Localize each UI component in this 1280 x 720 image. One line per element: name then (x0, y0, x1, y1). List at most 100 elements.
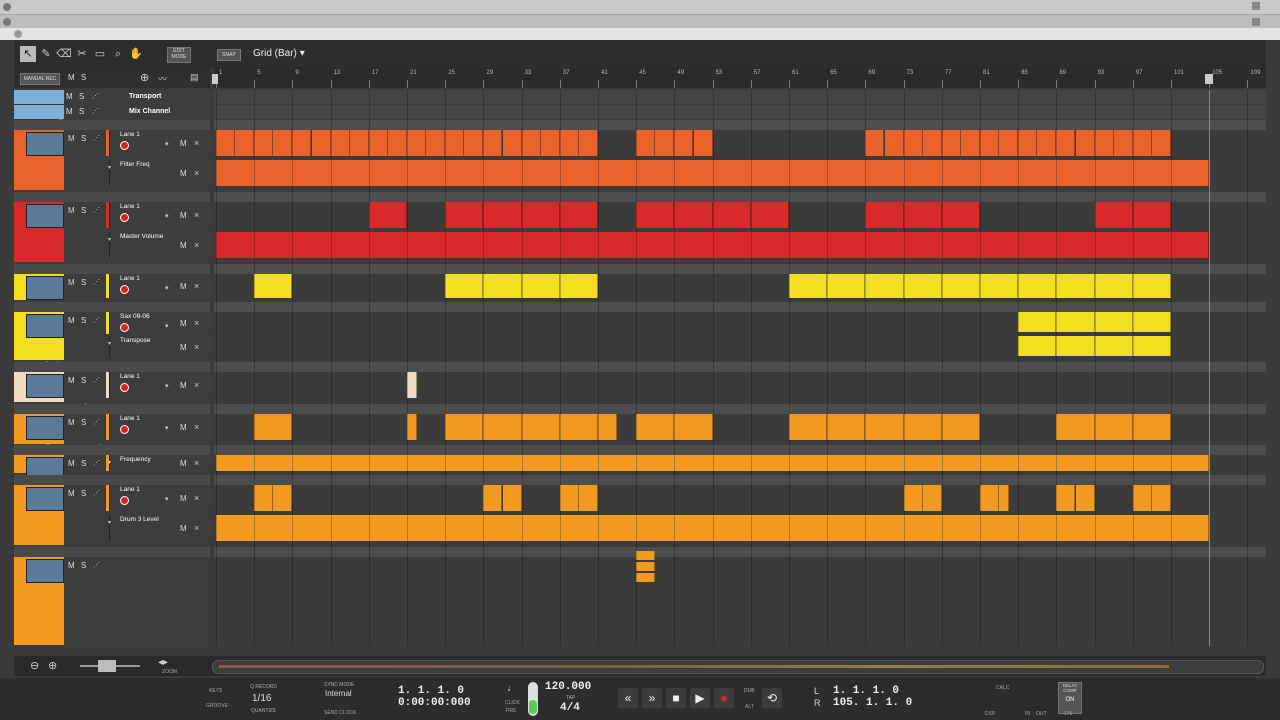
lane-header[interactable]: Lane 1 ▾ M × (109, 485, 211, 511)
boom-clip[interactable] (636, 562, 656, 571)
lane-delete-icon[interactable]: × (194, 493, 199, 503)
lane-header[interactable]: Drum 3 Level ▾ M × (108, 515, 211, 541)
track-mute-button[interactable]: M (66, 92, 73, 101)
automation-icon[interactable]: ⋰ (92, 92, 99, 100)
woo-clip[interactable] (578, 485, 598, 511)
track-solo-button[interactable]: S (81, 278, 86, 287)
track-solo-button[interactable]: S (81, 376, 86, 385)
bassline-clip[interactable] (903, 130, 923, 156)
play-icon[interactable]: ▶ (690, 688, 710, 708)
click-label[interactable]: CLICK (505, 700, 520, 706)
automation-icon[interactable]: ⋰ (93, 206, 100, 214)
lane-record-icon[interactable] (120, 383, 129, 392)
lane-delete-icon[interactable]: × (194, 458, 199, 468)
automation-fold-icon[interactable]: ▾ (108, 164, 111, 171)
woo-clip[interactable] (922, 485, 942, 511)
automation-icon[interactable]: 〰 (158, 72, 167, 85)
bassline-clip[interactable] (464, 130, 484, 156)
90s-clip[interactable] (483, 202, 522, 228)
bassline-clip[interactable] (445, 130, 465, 156)
sax-clip[interactable] (827, 274, 866, 298)
bassline-clip[interactable] (235, 130, 255, 156)
bassline-clip[interactable] (426, 130, 446, 156)
woo-clip[interactable] (980, 485, 1000, 511)
bassline-clip[interactable] (254, 130, 274, 156)
bassline-clip[interactable] (330, 130, 350, 156)
loop-left-position[interactable]: 1. 1. 1. 0 (833, 685, 899, 697)
lane-delete-icon[interactable]: × (194, 281, 199, 291)
document-restore-icon[interactable] (1252, 18, 1260, 26)
lane-delete-icon[interactable]: × (194, 168, 199, 178)
sync-mode-select[interactable]: Internal (325, 689, 352, 698)
tap-label[interactable]: TAP (566, 695, 575, 701)
automation-fold-icon[interactable]: ▾ (108, 519, 111, 526)
sax2-clip[interactable] (1132, 312, 1171, 332)
woo-clip[interactable] (254, 485, 274, 511)
sax-clip[interactable] (980, 274, 1019, 298)
sax-clip[interactable] (521, 274, 560, 298)
hand-tool-icon[interactable]: ✋ (128, 46, 144, 62)
pre-label[interactable]: PRE (506, 708, 516, 714)
q-record-label[interactable]: Q RECORD (250, 684, 277, 690)
track-solo-button[interactable]: S (81, 206, 86, 215)
lane-delete-icon[interactable]: × (194, 138, 199, 148)
woo-clip[interactable] (273, 485, 293, 511)
sax-clip[interactable] (445, 274, 484, 298)
drum-clip[interactable] (407, 414, 417, 440)
loop-start-marker[interactable] (212, 74, 218, 84)
sequencer-close-icon[interactable] (14, 30, 22, 38)
automation-icon[interactable]: ⋰ (93, 134, 100, 142)
keys-label[interactable]: KEYS (209, 688, 222, 694)
lane-mute-button[interactable]: M (180, 241, 187, 250)
lane-delete-icon[interactable]: × (194, 318, 199, 328)
lane-record-icon[interactable] (120, 213, 129, 222)
bassline-clip[interactable] (922, 130, 942, 156)
lane-record-icon[interactable] (120, 425, 129, 434)
timeline-ruler[interactable]: 1 5 9 13 17 21 25 29 33 37 41 45 49 53 57 61 65 69 73 77 81 8… (212, 68, 1266, 88)
click-level-slider[interactable] (528, 682, 538, 716)
woo-clip[interactable] (1151, 485, 1171, 511)
bassline-clip[interactable] (1094, 130, 1114, 156)
lane-mute-button[interactable]: M (180, 282, 187, 291)
drum-clip[interactable] (941, 414, 980, 440)
document-close-icon[interactable] (3, 18, 11, 26)
sax-clip[interactable] (865, 274, 904, 298)
drum-clip[interactable] (598, 414, 618, 440)
chevron-down-icon[interactable]: ▾ (165, 424, 169, 432)
master-solo-button[interactable]: S (81, 73, 86, 82)
boom-clip[interactable] (636, 551, 656, 560)
track-mute-button[interactable]: M (68, 316, 75, 325)
lane-mute-button[interactable]: M (180, 169, 187, 178)
lane-mute-button[interactable]: M (180, 494, 187, 503)
automation-fold-icon[interactable]: ▾ (108, 236, 111, 243)
track-solo-button[interactable]: S (81, 561, 86, 570)
sax-clip[interactable] (941, 274, 980, 298)
drum-clip[interactable] (521, 414, 560, 440)
lane-mute-button[interactable]: M (180, 524, 187, 533)
90s-clip[interactable] (1094, 202, 1133, 228)
track-mute-button[interactable]: M (66, 107, 73, 116)
boom-clip[interactable] (636, 573, 656, 582)
overview-scrollbar[interactable] (212, 660, 1264, 674)
track-header[interactable]: ▾Sax 2MS⋰Sax 09-06▾M×Transpose▾M× (14, 302, 211, 360)
quantize-value[interactable]: 1/16 (252, 693, 271, 704)
loop-icon[interactable]: ⟲ (762, 688, 782, 708)
track-mute-button[interactable]: M (68, 206, 75, 215)
snap-grid-select[interactable]: Grid (Bar) ▾ (253, 48, 305, 59)
track-header[interactable]: M S ⋰ Transport (14, 90, 210, 104)
track-mute-button[interactable]: M (68, 561, 75, 570)
woo-clip[interactable] (483, 485, 503, 511)
lane-header[interactable]: Lane 1 ▾ M × (109, 274, 211, 298)
lane-delete-icon[interactable]: × (194, 523, 199, 533)
track-mute-button[interactable]: M (68, 459, 75, 468)
master-mute-button[interactable]: M (68, 73, 75, 82)
lane-record-icon[interactable] (120, 323, 129, 332)
track-solo-button[interactable]: S (81, 459, 86, 468)
bassline-clip[interactable] (559, 130, 579, 156)
track-solo-button[interactable]: S (81, 489, 86, 498)
90s-clip[interactable] (636, 202, 675, 228)
eraser-tool-icon[interactable]: ⌫ (56, 46, 72, 62)
track-mute-button[interactable]: M (68, 278, 75, 287)
stop-icon[interactable]: ■ (666, 688, 686, 708)
bassline-clip[interactable] (311, 130, 331, 156)
